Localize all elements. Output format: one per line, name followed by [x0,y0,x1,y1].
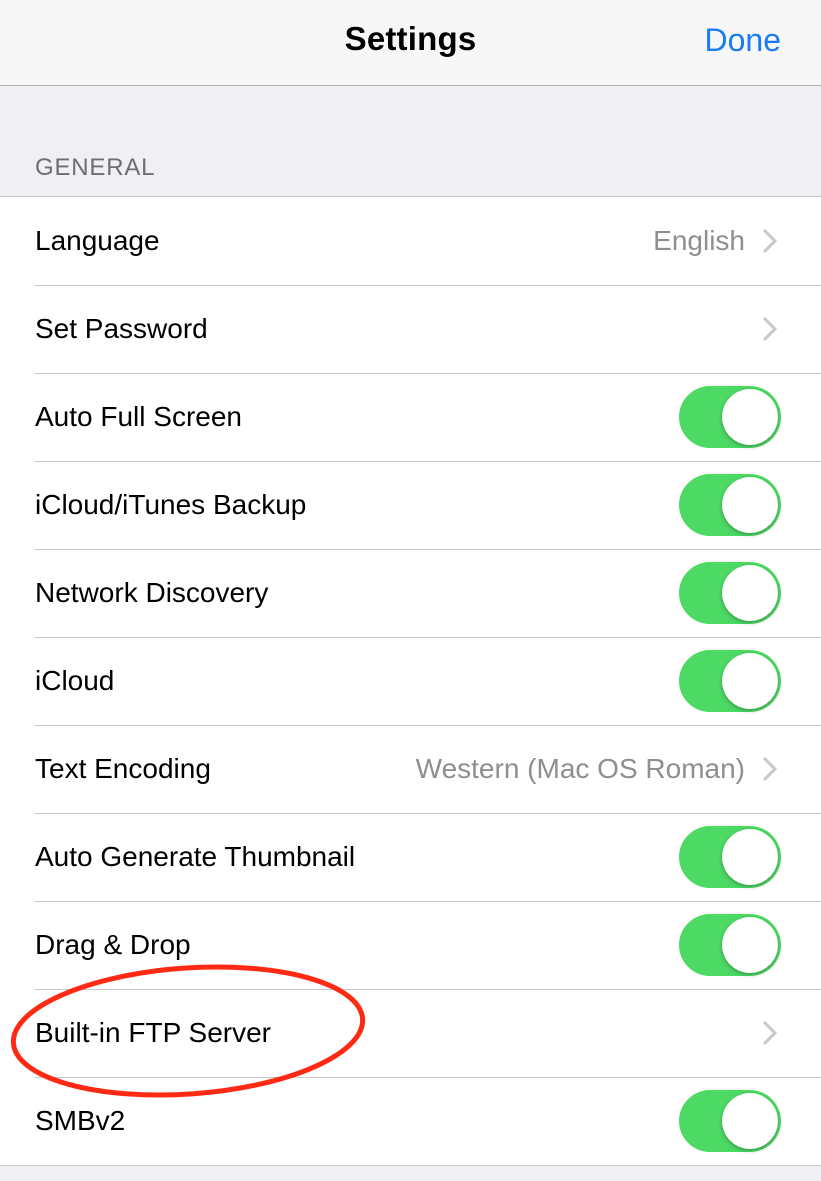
row-label: Auto Full Screen [35,401,242,432]
drag-and-drop-toggle[interactable] [679,914,781,976]
row-label: iCloud/iTunes Backup [35,489,307,520]
done-button[interactable]: Done [705,22,782,59]
row-built-in-ftp-server[interactable]: Built-in FTP Server [0,989,821,1077]
row-auto-generate-thumbnail: Auto Generate Thumbnail [0,813,821,901]
auto-generate-thumbnail-toggle[interactable] [679,826,781,888]
row-label: Built-in FTP Server [35,1017,271,1048]
row-icloud-itunes-backup: iCloud/iTunes Backup [0,461,821,549]
toggle-knob [722,477,778,533]
row-text-encoding[interactable]: Text Encoding Western (Mac OS Roman) [0,725,821,813]
toggle-knob [722,389,778,445]
section-header-general: GENERAL [35,154,156,181]
toggle-knob [722,829,778,885]
toggle-knob [722,917,778,973]
row-value: Western (Mac OS Roman) [415,753,745,784]
row-label: Network Discovery [35,577,269,608]
network-discovery-toggle[interactable] [679,562,781,624]
chevron-right-icon [762,316,778,342]
row-value: English [653,225,745,256]
chevron-right-icon [762,228,778,254]
icloud-itunes-backup-toggle[interactable] [679,474,781,536]
row-label: Text Encoding [35,753,211,784]
row-label: Auto Generate Thumbnail [35,841,356,872]
page-title: Settings [344,20,477,57]
row-smbv2: SMBv2 [0,1077,821,1165]
row-network-discovery: Network Discovery [0,549,821,637]
row-label: Drag & Drop [35,929,191,960]
row-icloud: iCloud [0,637,821,725]
row-label: Set Password [35,313,208,344]
chevron-right-icon [762,756,778,782]
row-drag-and-drop: Drag & Drop [0,901,821,989]
row-label: iCloud [35,665,115,696]
row-set-password[interactable]: Set Password [0,285,821,373]
row-language[interactable]: Language English [0,197,821,285]
icloud-toggle[interactable] [679,650,781,712]
chevron-right-icon [762,1020,778,1046]
smbv2-toggle[interactable] [679,1090,781,1152]
toggle-knob [722,1093,778,1149]
auto-full-screen-toggle[interactable] [679,386,781,448]
toggle-knob [722,653,778,709]
row-label: Language [35,225,160,256]
navigation-bar: Settings Done [0,0,821,86]
settings-group-general: Language English Set Password Auto Full … [0,196,821,1166]
row-label: SMBv2 [35,1105,126,1136]
toggle-knob [722,565,778,621]
row-auto-full-screen: Auto Full Screen [0,373,821,461]
